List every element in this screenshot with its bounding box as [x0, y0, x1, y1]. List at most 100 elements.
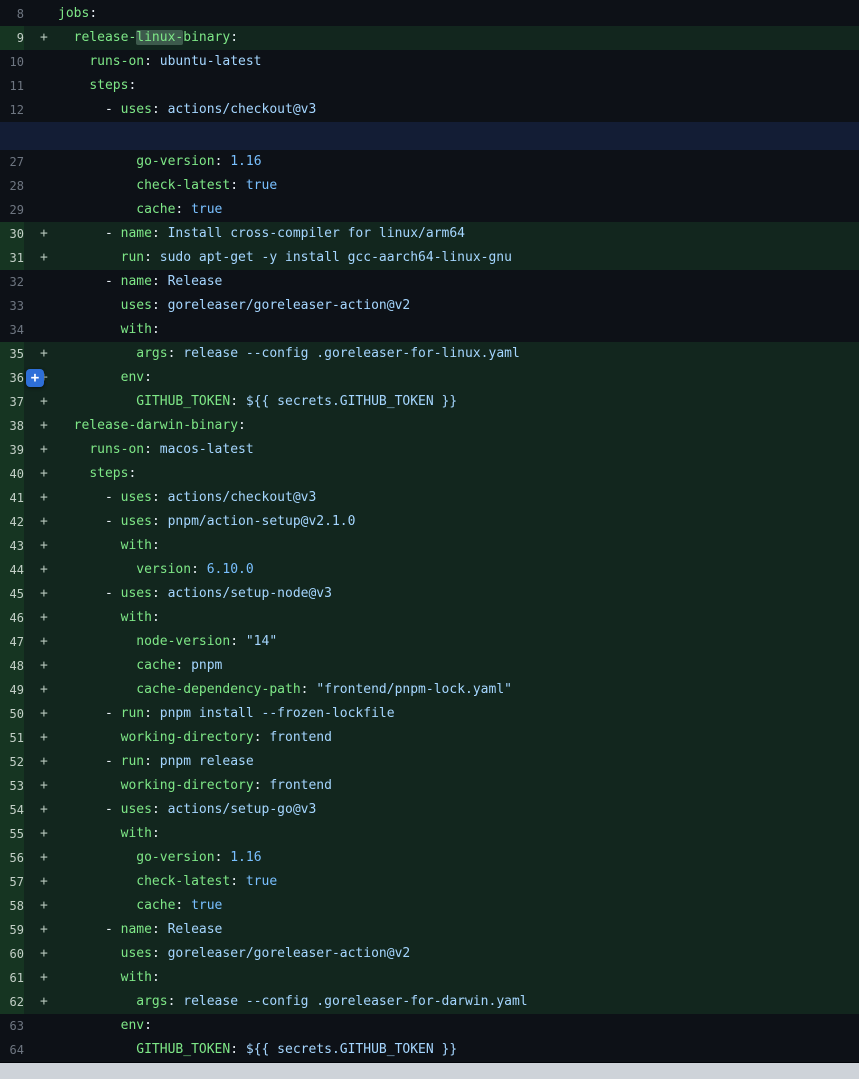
line-number[interactable]: 58	[0, 894, 24, 918]
line-number[interactable]: 42	[0, 510, 24, 534]
line-number[interactable]: 40	[0, 462, 24, 486]
line-number[interactable]: 27	[0, 150, 24, 174]
line-number[interactable]: 48	[0, 654, 24, 678]
line-number[interactable]: 49	[0, 678, 24, 702]
diff-row: 62 + args: release --config .goreleaser-f…	[0, 990, 859, 1014]
code-token: :	[152, 802, 168, 817]
diff-row: 44+ version: 6.10.0	[0, 558, 859, 582]
line-number[interactable]: 51	[0, 726, 24, 750]
line-number[interactable]: 37	[0, 390, 24, 414]
diff-sign: +	[40, 486, 58, 510]
code-token: -	[58, 514, 121, 529]
code-token: actions/setup-go@v3	[168, 802, 317, 817]
code-line: args: release --config .goreleaser-for-d…	[58, 990, 859, 1014]
line-number[interactable]: 41	[0, 486, 24, 510]
diff-sign: +	[40, 942, 58, 966]
line-number[interactable]: 64	[0, 1038, 24, 1062]
code-token: steps	[89, 78, 128, 93]
code-token: :	[152, 970, 160, 985]
line-number[interactable]: 31	[0, 246, 24, 270]
code-token: Release	[168, 922, 223, 937]
line-number[interactable]: 60	[0, 942, 24, 966]
line-number[interactable]: 39	[0, 438, 24, 462]
line-number[interactable]: 47	[0, 630, 24, 654]
code-token: with	[121, 322, 152, 337]
code-token: pnpm release	[160, 754, 254, 769]
line-number[interactable]: 32	[0, 270, 24, 294]
line-number[interactable]: 44	[0, 558, 24, 582]
line-number[interactable]: 54	[0, 798, 24, 822]
code-token	[58, 562, 136, 577]
code-line: env:	[58, 366, 859, 390]
line-number[interactable]: 52	[0, 750, 24, 774]
code-line: runs-on: ubuntu-latest	[58, 50, 859, 74]
line-number[interactable]: 62	[0, 990, 24, 1014]
diff-sign: +	[40, 582, 58, 606]
line-number[interactable]: 50	[0, 702, 24, 726]
code-token: cache-dependency-path	[136, 682, 300, 697]
line-number[interactable]: 9	[0, 26, 24, 50]
code-token: steps	[89, 466, 128, 481]
line-number[interactable]: 38	[0, 414, 24, 438]
diff-sign: +	[40, 990, 58, 1014]
code-token: -	[58, 922, 121, 937]
line-number[interactable]: 29	[0, 198, 24, 222]
code-token: frontend	[269, 778, 332, 793]
diff-row: 52+ - run: pnpm release	[0, 750, 859, 774]
line-number[interactable]: 28	[0, 174, 24, 198]
code-token: with	[121, 610, 152, 625]
diff-row: 12 - uses: actions/checkout@v3	[0, 98, 859, 122]
line-number[interactable]: 61	[0, 966, 24, 990]
line-number[interactable]: 63	[0, 1014, 24, 1038]
code-token: :	[301, 682, 317, 697]
line-number[interactable]: 59	[0, 918, 24, 942]
line-number[interactable]: 8	[0, 2, 24, 26]
code-line: - run: pnpm install --frozen-lockfile	[58, 702, 859, 726]
code-line: cache: true	[58, 198, 859, 222]
line-number[interactable]: 30	[0, 222, 24, 246]
add-comment-button[interactable]: +	[26, 369, 44, 387]
code-token	[58, 610, 121, 625]
line-number[interactable]: 45	[0, 582, 24, 606]
code-token: release-darwin-binary	[74, 418, 238, 433]
line-number[interactable]: 34	[0, 318, 24, 342]
code-token: check-latest	[136, 874, 230, 889]
line-number[interactable]: 43	[0, 534, 24, 558]
line-number[interactable]: 53	[0, 774, 24, 798]
line-number[interactable]: 11	[0, 74, 24, 98]
line-number[interactable]: 55	[0, 822, 24, 846]
code-token: cache	[136, 658, 175, 673]
line-number[interactable]: 10	[0, 50, 24, 74]
diff-row: 50+ - run: pnpm install --frozen-lockfil…	[0, 702, 859, 726]
code-line: with:	[58, 606, 859, 630]
diff-sign: +	[40, 606, 58, 630]
diff-row: 48+ cache: pnpm	[0, 654, 859, 678]
code-token: actions/setup-node@v3	[168, 586, 332, 601]
code-token: ${{ secrets.GITHUB_TOKEN }}	[246, 1042, 457, 1057]
diff-expander-row[interactable]	[0, 122, 859, 150]
diff-row: 56+ go-version: 1.16	[0, 846, 859, 870]
code-line: runs-on: macos-latest	[58, 438, 859, 462]
code-token: "14"	[246, 634, 277, 649]
diff-row: 54+ - uses: actions/setup-go@v3	[0, 798, 859, 822]
diff-view: 8jobs:9+ release-linux-binary:10 runs-on…	[0, 0, 859, 1079]
line-number[interactable]: 46	[0, 606, 24, 630]
diff-sign	[40, 50, 58, 74]
code-token: actions/checkout@v3	[168, 102, 317, 117]
line-number[interactable]: 33	[0, 294, 24, 318]
diff-sign	[40, 2, 58, 26]
diff-sign: +	[40, 822, 58, 846]
diff-row: 43+ with:	[0, 534, 859, 558]
code-token: :	[230, 874, 246, 889]
line-number[interactable]: 35	[0, 342, 24, 366]
code-token: :	[89, 6, 97, 21]
code-token	[58, 730, 121, 745]
line-number[interactable]: 12	[0, 98, 24, 122]
line-number[interactable]: 56	[0, 846, 24, 870]
line-number[interactable]: 57	[0, 870, 24, 894]
code-token: :	[230, 394, 246, 409]
code-token: ubuntu-latest	[160, 54, 262, 69]
code-token: go-version	[136, 154, 214, 169]
code-token: args	[136, 346, 167, 361]
line-number[interactable]: 36	[0, 366, 24, 390]
